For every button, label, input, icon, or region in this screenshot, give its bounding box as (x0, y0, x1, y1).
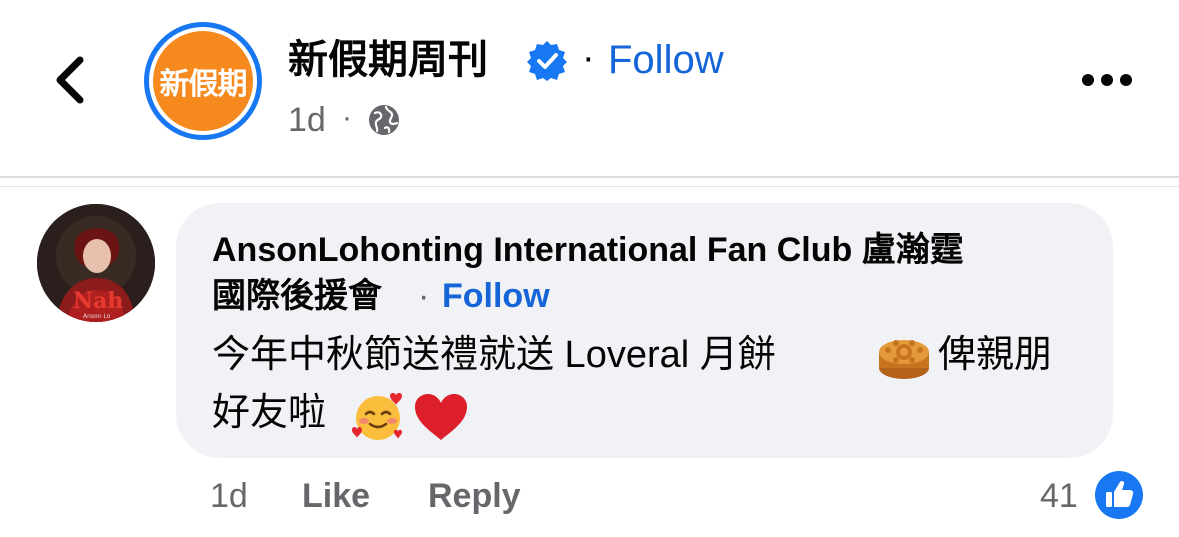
commenter-avatar-image: Nah Anson Lo (37, 204, 155, 322)
header-divider (0, 176, 1179, 178)
comment-separator: · (418, 277, 430, 315)
mooncake-emoji-icon (879, 340, 929, 379)
like-reaction-icon[interactable] (1094, 470, 1144, 520)
verified-badge-icon (527, 41, 567, 81)
page-logo: 新假期 (153, 31, 253, 131)
reaction-count[interactable]: 41 (1040, 474, 1078, 518)
back-button[interactable] (48, 50, 96, 110)
red-heart-emoji-icon (415, 394, 467, 440)
follow-page-button[interactable]: Follow (608, 36, 724, 84)
header-separator: · (582, 37, 595, 79)
page-logo-text: 新假期 (159, 67, 248, 102)
follow-commenter-button[interactable]: Follow (442, 274, 550, 318)
smiling-face-with-hearts-emoji-icon (352, 393, 402, 440)
like-button[interactable]: Like (302, 474, 370, 518)
time-separator: · (342, 101, 352, 134)
page-avatar[interactable]: 新假期 (144, 22, 262, 140)
reply-button[interactable]: Reply (428, 474, 521, 518)
commenter-avatar[interactable]: Nah Anson Lo (37, 204, 155, 322)
comment-text-line1: 今年中秋節送禮就送 Loveral 月餅 (212, 334, 776, 376)
chevron-left-icon (56, 56, 84, 104)
comment-text-line2: 好友啦 (212, 392, 327, 434)
comment-author-name[interactable]: AnsonLohonting International Fan Club 盧瀚… (212, 228, 1092, 272)
post-time[interactable]: 1d (288, 100, 326, 140)
page-name[interactable]: 新假期周刊 (288, 36, 488, 84)
comment-time: 1d (210, 477, 248, 515)
comment-author-name-line2[interactable]: 國際後援會 (212, 274, 382, 318)
header-divider-shadow (0, 186, 1179, 187)
avatar-nah-text: Nah (73, 288, 123, 314)
globe-icon (369, 105, 399, 135)
comment-text-line1-tail: 俾親朋 (938, 334, 1053, 376)
more-options-icon[interactable] (1080, 70, 1134, 90)
avatar-subtext: Anson Lo (83, 313, 111, 320)
